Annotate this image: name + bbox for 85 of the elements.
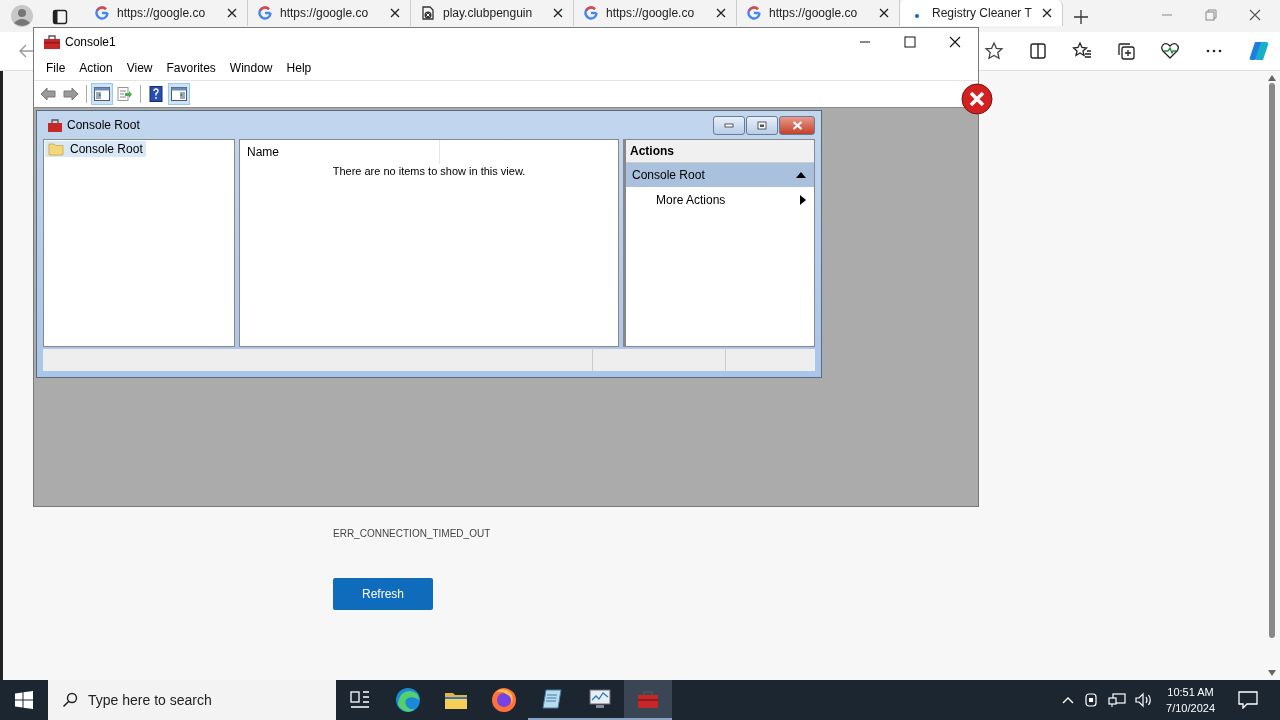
blocked-page-icon	[421, 6, 435, 20]
submenu-arrow-icon	[800, 195, 806, 205]
notepad-icon	[540, 687, 564, 711]
menu-item[interactable]: Help	[286, 61, 312, 75]
network-icon[interactable]	[1108, 692, 1127, 708]
help-book-icon	[149, 86, 163, 102]
multicolor-ring-icon	[95, 6, 109, 20]
empty-message: There are no items to show in this view.	[331, 165, 527, 177]
error-code: ERR_CONNECTION_TIMED_OUT	[333, 528, 491, 539]
column-header[interactable]: Name	[240, 140, 440, 164]
split-screen-icon[interactable]	[1028, 41, 1048, 61]
clock-date: 7/10/2024	[1166, 701, 1215, 716]
browser-tab[interactable]: play.clubpenguin	[411, 0, 574, 26]
action-pane-icon	[171, 87, 187, 101]
scroll-down-icon[interactable]	[1268, 670, 1276, 676]
forward-arrow-icon	[63, 87, 79, 101]
fox-globe-icon	[491, 687, 517, 713]
close-icon[interactable]	[716, 8, 726, 18]
actions-heading: Actions	[626, 140, 814, 163]
profile-icon[interactable]	[11, 5, 33, 27]
toolbox-icon	[47, 117, 63, 133]
toolbox-icon	[43, 34, 61, 50]
tree-item[interactable]: Console Root	[45, 141, 146, 157]
close-icon[interactable]	[390, 8, 400, 18]
folder-icon	[444, 690, 468, 710]
maximize-icon[interactable]	[904, 36, 916, 48]
star-icon[interactable]	[984, 41, 1004, 61]
collapse-icon	[796, 172, 806, 178]
menu-item[interactable]: Action	[79, 61, 113, 75]
new-tab-icon[interactable]	[1073, 9, 1089, 25]
heart-pulse-icon[interactable]	[1160, 41, 1180, 61]
favorites-icon[interactable]	[1072, 41, 1092, 61]
browser-tab[interactable]: https://google.co	[574, 0, 737, 26]
collections-icon[interactable]	[1116, 41, 1136, 61]
window-title: Console1	[65, 35, 116, 49]
tab-actions-icon[interactable]	[52, 9, 68, 25]
restore-icon	[757, 120, 767, 130]
search-field[interactable]: Type here to search	[48, 680, 336, 720]
minimize-button[interactable]	[713, 115, 745, 135]
device-icon[interactable]	[1083, 692, 1100, 708]
task-view-icon	[350, 691, 370, 709]
menu-item[interactable]: Window	[229, 61, 273, 75]
menu-item[interactable]: Favorites	[166, 61, 216, 75]
back-arrow-icon[interactable]	[18, 43, 34, 59]
restore-button[interactable]	[746, 115, 778, 135]
multicolor-ring-icon	[747, 6, 761, 20]
chevron-up-icon[interactable]	[1062, 696, 1075, 704]
toolbox-icon	[636, 688, 660, 710]
close-icon[interactable]	[1249, 9, 1261, 21]
clock-time: 10:51 AM	[1167, 685, 1214, 700]
menu-item[interactable]: View	[126, 61, 153, 75]
close-button[interactable]	[779, 115, 815, 135]
close-icon[interactable]	[879, 8, 889, 18]
tree-pane-icon	[94, 87, 110, 101]
scroll-up-icon[interactable]	[1268, 75, 1276, 81]
loading-dot-icon	[915, 14, 919, 18]
close-icon[interactable]	[227, 8, 237, 18]
copilot-icon[interactable]	[1248, 40, 1270, 62]
speaker-icon[interactable]	[1135, 692, 1154, 708]
back-arrow-icon	[40, 87, 56, 101]
monitor-chart-icon	[588, 688, 612, 710]
toolbar-button[interactable]	[91, 83, 113, 105]
menu-item[interactable]: File	[46, 61, 66, 75]
start-icon[interactable]	[15, 691, 33, 709]
multicolor-ring-icon	[258, 6, 272, 20]
window-title: Console Root	[67, 118, 140, 132]
browser-tab[interactable]: https://google.co	[248, 0, 411, 26]
swirl-icon	[395, 687, 421, 713]
close-icon	[791, 120, 803, 130]
close-icon[interactable]	[1042, 8, 1052, 18]
close-icon[interactable]	[553, 8, 563, 18]
search-icon	[62, 692, 78, 708]
browser-tab[interactable]: Registry Cleaner T	[900, 0, 1063, 26]
refresh-button[interactable]: Refresh	[333, 578, 433, 610]
folder-icon	[48, 142, 64, 156]
minimize-icon	[724, 122, 734, 128]
notification-icon[interactable]	[1238, 691, 1258, 709]
action-item[interactable]: More Actions	[626, 187, 814, 213]
close-icon[interactable]	[949, 36, 961, 48]
browser-tab[interactable]: https://google.co	[85, 0, 248, 26]
toolbar-button[interactable]	[168, 83, 190, 105]
export-list-icon	[117, 87, 133, 101]
clock[interactable]: 10:51 AM 7/10/2024	[1166, 684, 1215, 716]
multicolor-ring-icon	[584, 6, 598, 20]
actions-section[interactable]: Console Root	[626, 163, 814, 187]
